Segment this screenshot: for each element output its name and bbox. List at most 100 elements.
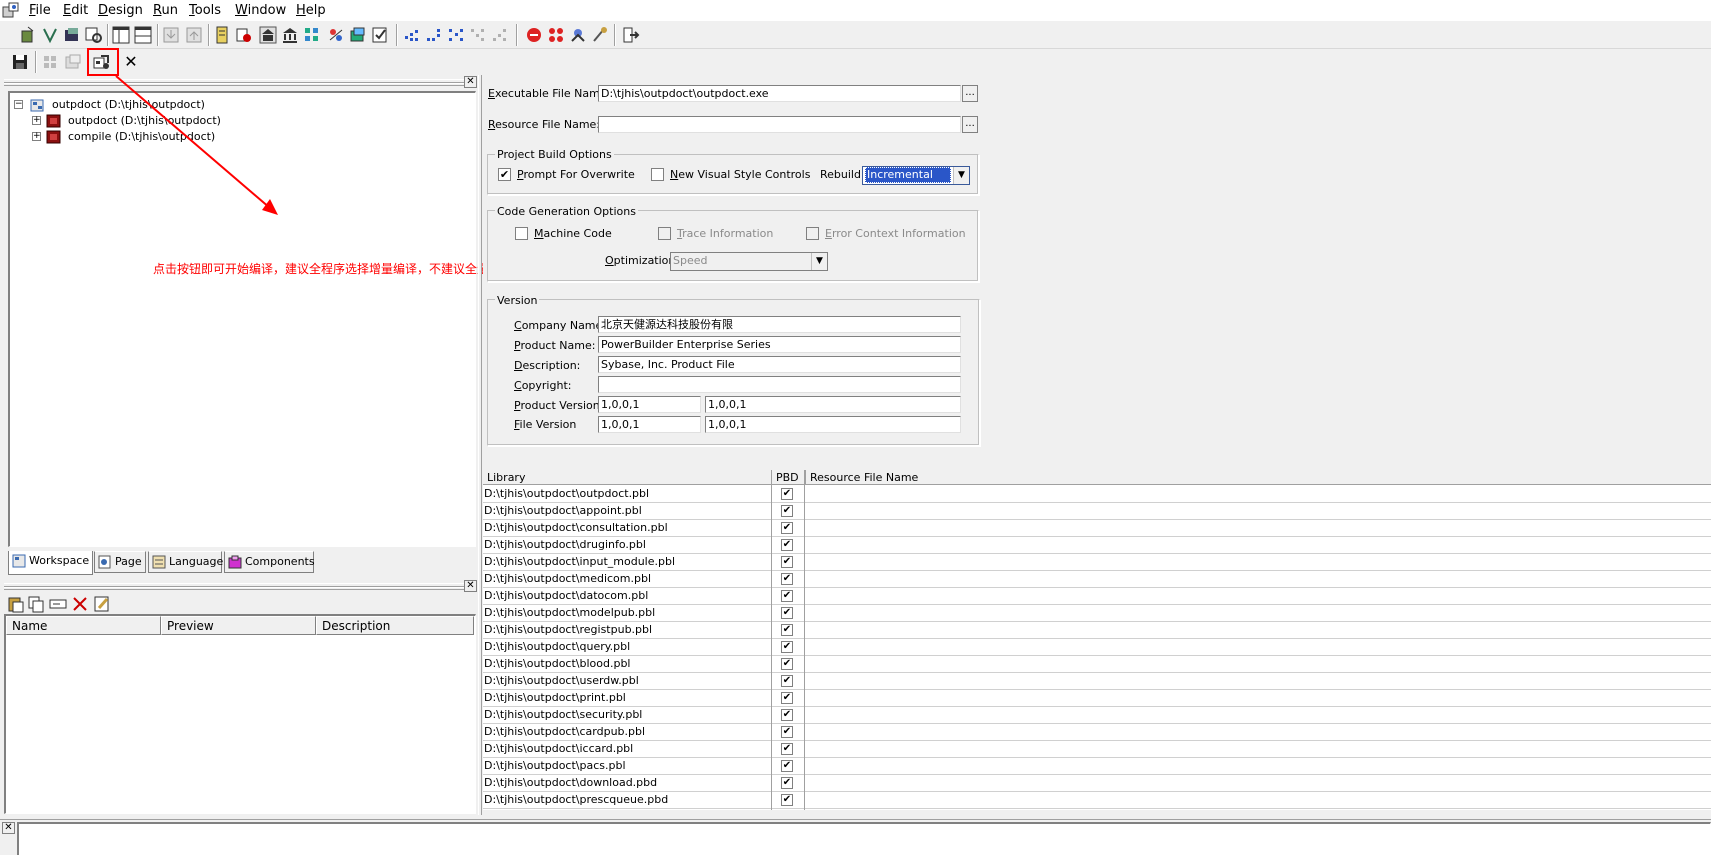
resource-file-cell[interactable]	[806, 622, 1706, 639]
menu-window[interactable]: Window	[235, 3, 286, 19]
library-path-cell[interactable]: D:\tjhis\outpdoct\druginfo.pbl	[483, 537, 646, 554]
library-path-cell[interactable]: D:\tjhis\outpdoct\iccard.pbl	[483, 741, 633, 758]
resource-file-cell[interactable]	[806, 588, 1706, 605]
chevron-down-icon[interactable]: ▼	[953, 167, 969, 184]
debug-icon[interactable]	[446, 25, 466, 45]
table-row[interactable]: D:\tjhis\outpdoct\pacs.pbl ✔	[483, 758, 1711, 775]
library-path-cell[interactable]: D:\tjhis\outpdoct\query.pbl	[483, 639, 630, 656]
library-path-cell[interactable]: D:\tjhis\outpdoct\medicom.pbl	[483, 571, 651, 588]
table-row[interactable]: D:\tjhis\outpdoct\security.pbl ✔	[483, 707, 1711, 724]
library-path-cell[interactable]: D:\tjhis\outpdoct\outpdoct.pbl	[483, 486, 649, 503]
library-path-cell[interactable]: D:\tjhis\outpdoct\registpub.pbl	[483, 622, 652, 639]
copyright-field[interactable]	[598, 376, 961, 393]
inherit-icon[interactable]	[40, 25, 60, 45]
open-icon[interactable]	[62, 25, 82, 45]
incremental-build-icon[interactable]	[402, 25, 422, 45]
library-path-cell[interactable]: D:\tjhis\outpdoct\download.pbd	[483, 775, 657, 792]
new-icon[interactable]	[18, 25, 38, 45]
product-version-field-2[interactable]: 1,0,0,1	[705, 396, 961, 413]
file-version-field-2[interactable]: 1,0,0,1	[705, 416, 961, 433]
pbd-checkbox[interactable]: ✔	[781, 522, 793, 534]
table-row[interactable]: D:\tjhis\outpdoct\registpub.pbl ✔	[483, 622, 1711, 639]
resource-file-cell[interactable]	[806, 520, 1706, 537]
resource-file-cell[interactable]	[806, 758, 1706, 775]
product-version-field-1[interactable]: 1,0,0,1	[598, 396, 701, 413]
description-field[interactable]: Sybase, Inc. Product File	[598, 356, 961, 373]
pbd-checkbox[interactable]: ✔	[781, 488, 793, 500]
expand-icon[interactable]: +	[32, 116, 41, 125]
pbd-checkbox[interactable]: ✔	[781, 505, 793, 517]
library-path-cell[interactable]: D:\tjhis\outpdoct\blood.pbl	[483, 656, 631, 673]
pbd-checkbox[interactable]: ✔	[781, 556, 793, 568]
edit-icon[interactable]	[92, 594, 112, 614]
export-icon[interactable]	[184, 25, 204, 45]
library-path-cell[interactable]: D:\tjhis\outpdoct\datocom.pbl	[483, 588, 648, 605]
table-row[interactable]: D:\tjhis\outpdoct\modelpub.pbl ✔	[483, 605, 1711, 622]
column-pbd[interactable]: PBD	[771, 470, 805, 485]
column-library[interactable]: Library	[483, 470, 771, 485]
table-row[interactable]: D:\tjhis\outpdoct\outpdoct.pbl ✔	[483, 486, 1711, 503]
column-preview[interactable]: Preview	[161, 616, 316, 635]
migrate-icon[interactable]	[63, 52, 83, 72]
menu-file[interactable]: File	[29, 3, 51, 19]
machine-code-checkbox[interactable]	[515, 227, 528, 240]
menu-run[interactable]: Run	[153, 3, 178, 19]
resource-file-cell[interactable]	[806, 571, 1706, 588]
table-row[interactable]: D:\tjhis\outpdoct\blood.pbl ✔	[483, 656, 1711, 673]
pbd-checkbox[interactable]: ✔	[781, 777, 793, 789]
optimization-select[interactable]: Speed ▼	[670, 252, 828, 271]
database-icon[interactable]	[234, 25, 254, 45]
library-path-cell[interactable]: D:\tjhis\outpdoct\modelpub.pbl	[483, 605, 655, 622]
table-row[interactable]: D:\tjhis\outpdoct\print.pbl ✔	[483, 690, 1711, 707]
product-field[interactable]: PowerBuilder Enterprise Series	[598, 336, 961, 353]
resource-file-cell[interactable]	[806, 690, 1706, 707]
profiler-icon[interactable]	[546, 25, 566, 45]
object-browser-icon[interactable]	[280, 25, 300, 45]
table-row[interactable]: D:\tjhis\outpdoct\query.pbl ✔	[483, 639, 1711, 656]
resource-field[interactable]	[598, 116, 961, 133]
exe-browse-button[interactable]: ...	[962, 85, 978, 102]
table-row[interactable]: D:\tjhis\outpdoct\userdw.pbl ✔	[483, 673, 1711, 690]
new-visual-checkbox[interactable]	[651, 168, 664, 181]
company-field[interactable]: 北京天健源达科技股份有限	[598, 316, 961, 333]
pbd-checkbox[interactable]: ✔	[781, 675, 793, 687]
copy-icon[interactable]	[26, 594, 46, 614]
pbd-checkbox[interactable]: ✔	[781, 607, 793, 619]
column-name[interactable]: Name	[6, 616, 161, 635]
table-row[interactable]: D:\tjhis\outpdoct\druginfo.pbl ✔	[483, 537, 1711, 554]
table-row[interactable]: D:\tjhis\outpdoct\appoint.pbl ✔	[483, 503, 1711, 520]
rebuild-select[interactable]: Incremental ▼	[862, 166, 970, 185]
library-path-cell[interactable]: D:\tjhis\outpdoct\pacs.pbl	[483, 758, 626, 775]
pbd-checkbox[interactable]: ✔	[781, 692, 793, 704]
table-row[interactable]: D:\tjhis\outpdoct\datocom.pbl ✔	[483, 588, 1711, 605]
file-version-field-1[interactable]: 1,0,0,1	[598, 416, 701, 433]
tab-language[interactable]: Language	[148, 551, 223, 573]
table-row[interactable]: D:\tjhis\outpdoct\input_module.pbl ✔	[483, 554, 1711, 571]
pbd-checkbox[interactable]: ✔	[781, 573, 793, 585]
table-row[interactable]: D:\tjhis\outpdoct\consultation.pbl ✔	[483, 520, 1711, 537]
resource-file-cell[interactable]	[806, 707, 1706, 724]
run-icon[interactable]	[524, 25, 544, 45]
tools-icon[interactable]	[590, 25, 610, 45]
import-icon[interactable]	[161, 25, 181, 45]
layout-window-icon[interactable]	[111, 25, 131, 45]
collapse-icon[interactable]: −	[14, 100, 23, 109]
resource-file-cell[interactable]	[806, 639, 1706, 656]
library-path-cell[interactable]: D:\tjhis\outpdoct\appoint.pbl	[483, 503, 642, 520]
layout-panes-icon[interactable]	[133, 25, 153, 45]
pbd-checkbox[interactable]: ✔	[781, 726, 793, 738]
full-build-icon[interactable]	[424, 25, 444, 45]
prompt-overwrite-checkbox[interactable]: ✔	[498, 168, 511, 181]
pbd-checkbox[interactable]: ✔	[781, 760, 793, 772]
exit-icon[interactable]	[620, 25, 640, 45]
pbd-checkbox[interactable]: ✔	[781, 624, 793, 636]
tab-components[interactable]: Components	[224, 551, 315, 573]
exe-field[interactable]: D:\tjhis\outpdoct\outpdoct.exe	[598, 85, 961, 102]
resource-file-cell[interactable]	[806, 605, 1706, 622]
save-icon[interactable]	[10, 52, 30, 72]
resource-file-cell[interactable]	[806, 741, 1706, 758]
todo-list-icon[interactable]	[348, 25, 368, 45]
chevron-down-icon[interactable]: ▼	[811, 253, 827, 270]
application-icon[interactable]	[302, 25, 322, 45]
library-painter-icon[interactable]	[212, 25, 232, 45]
